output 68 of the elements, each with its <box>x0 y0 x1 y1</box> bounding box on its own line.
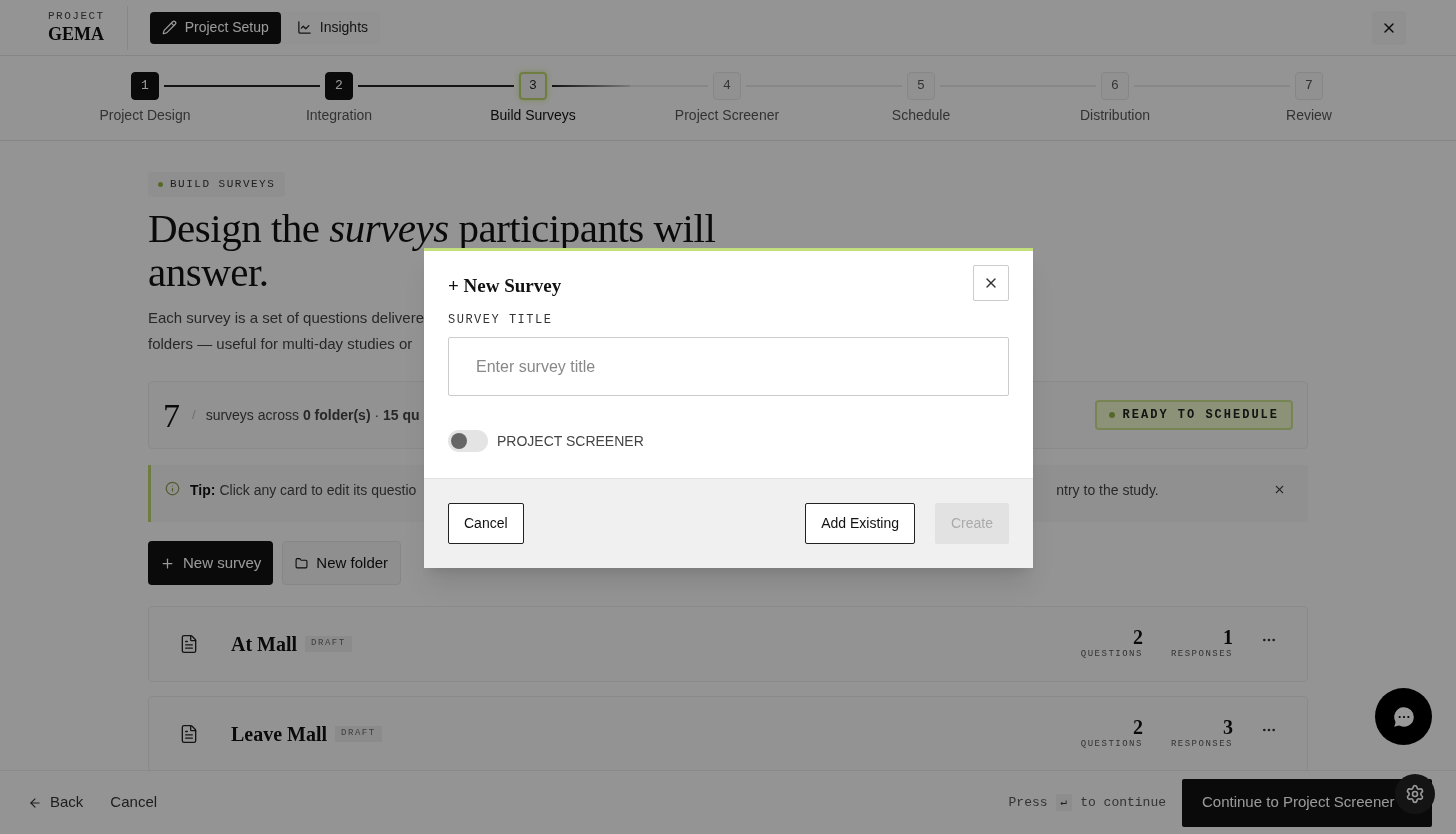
question-count: 2 <box>1132 626 1143 649</box>
survey-title: At Mall <box>231 632 298 657</box>
cancel-link[interactable]: Cancel <box>110 791 158 814</box>
plus-icon <box>160 555 175 571</box>
stat-label: RESPONSES <box>1170 738 1233 752</box>
folder-icon <box>295 556 309 570</box>
draft-badge: DRAFT <box>335 726 382 742</box>
description-text: Each survey is a set of questions delivere folders — useful for multi-day studies or <box>148 308 424 354</box>
step-label: Schedule <box>891 106 951 125</box>
step-number[interactable]: 1 <box>131 72 159 100</box>
stat-label: RESPONSES <box>1170 648 1233 662</box>
survey-count: 7 <box>163 395 180 436</box>
toggle-switch[interactable] <box>448 430 488 452</box>
survey-title-field[interactable]: Enter survey title <box>448 337 1009 396</box>
chat-button[interactable] <box>1375 688 1432 745</box>
info-icon <box>165 481 180 496</box>
tip-text: ntry to the study. <box>1056 481 1159 500</box>
response-count: 3 <box>1223 716 1233 739</box>
survey-card[interactable]: At Mall DRAFT 2 QUESTIONS 1 RESPONSES <box>148 606 1308 682</box>
response-count: 1 <box>1223 626 1233 649</box>
draft-badge: DRAFT <box>305 636 352 652</box>
step-label: Distribution <box>1080 106 1150 125</box>
stat-label: QUESTIONS <box>1080 648 1143 662</box>
step-number[interactable]: 2 <box>325 72 353 100</box>
question-count: 2 <box>1132 716 1143 739</box>
document-icon <box>179 634 199 654</box>
toggle-label: PROJECT SCREENER <box>497 431 644 451</box>
step-label: Review <box>1286 106 1332 125</box>
pencil-icon <box>161 20 177 35</box>
enter-key: ↵ <box>1055 794 1073 811</box>
hint-text: Press <box>1008 793 1048 812</box>
dialog-button[interactable]: Add Existing <box>805 503 915 544</box>
nav-tab[interactable]: Project Setup <box>149 11 281 44</box>
summary-text: surveys across 0 folder(s) · 15 qu <box>205 405 420 425</box>
document-icon <box>179 724 199 744</box>
new-folder-button[interactable]: New folder <box>282 541 402 585</box>
page-heading: answer. <box>148 251 269 293</box>
slash-text: / <box>192 406 196 425</box>
step-number[interactable]: 4 <box>713 72 741 100</box>
line-chart-icon <box>296 20 312 35</box>
dialog-title: + New Survey <box>448 273 562 298</box>
hint-text: to continue <box>1080 793 1166 812</box>
stat-label: QUESTIONS <box>1080 738 1143 752</box>
close-button[interactable] <box>1372 10 1406 45</box>
step-number[interactable]: 6 <box>1101 72 1129 100</box>
status-text: READY TO SCHEDULE <box>1122 407 1279 424</box>
dialog-button[interactable]: Cancel <box>448 503 524 544</box>
new-survey-button[interactable]: New survey <box>148 541 274 585</box>
close-button[interactable] <box>973 265 1009 301</box>
step-label: Build Surveys <box>490 106 576 125</box>
close-icon[interactable] <box>1273 483 1286 496</box>
section-badge-text: BUILD SURVEYS <box>170 177 276 193</box>
field-label: SURVEY TITLE <box>448 312 554 329</box>
step-label: Project Design <box>99 106 191 125</box>
step-label: Project Screener <box>674 106 780 125</box>
step-label: Integration <box>305 106 373 125</box>
step-number[interactable]: 5 <box>907 72 935 100</box>
project-eyebrow: PROJECT <box>48 10 105 23</box>
tip-text: Click any card to edit its questio <box>219 481 417 500</box>
survey-card[interactable]: Leave Mall DRAFT 2 QUESTIONS 3 RESPONSES <box>148 696 1308 772</box>
back-button[interactable]: Back <box>28 791 84 814</box>
settings-icon <box>1405 784 1425 804</box>
tip-label: Tip: <box>190 481 216 500</box>
page-heading: Design the surveys participants will <box>148 207 716 249</box>
step-number[interactable]: 3 <box>519 72 547 100</box>
survey-title: Leave Mall <box>231 722 328 747</box>
step-number[interactable]: 7 <box>1295 72 1323 100</box>
project-name: GEMA <box>48 23 105 45</box>
